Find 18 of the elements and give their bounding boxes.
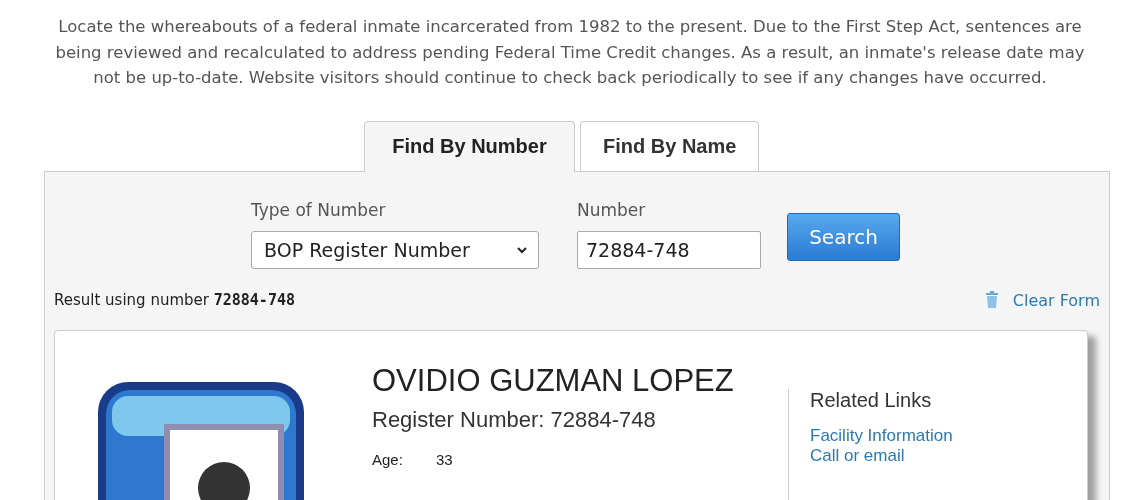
register-number: Register Number: 72884-748	[372, 406, 657, 433]
clear-form-link[interactable]: Clear Form	[1012, 290, 1100, 310]
related-links-heading: Related Links	[810, 388, 933, 412]
search-tab[interactable]: Find By Number	[364, 120, 575, 172]
field-label: Number	[577, 199, 647, 220]
trash-icon[interactable]	[984, 291, 999, 309]
age-value: 33	[436, 450, 453, 468]
field-label: Type of Number	[251, 199, 387, 220]
related-link[interactable]: Call or email	[810, 445, 953, 466]
related-link[interactable]: Facility Information	[810, 425, 953, 446]
number-type-dropdown[interactable]: BOP Register Number	[251, 230, 539, 269]
number-input-field[interactable]: 72884-748	[577, 230, 761, 269]
age-label: Age:	[372, 450, 404, 468]
inmate-name: OVIDIO GUZMAN LOPEZ	[372, 362, 735, 399]
search-tab[interactable]: Find By Name	[580, 120, 760, 171]
intro-paragraph: Locate the whereabouts of a federal inmate incarcerated from 1982 to the present. Due to the First Step Act, sentences are being reviewed and recalculated to address pending Federal Time Credit changes. As a result, an inmate's release date may not be up-to-date. Website visitors should continue to check back periodically to see if any changes have occurred.	[54, 16, 1086, 89]
result-text: Result using number 72884-748	[54, 291, 295, 309]
chevron-icon	[516, 245, 528, 254]
